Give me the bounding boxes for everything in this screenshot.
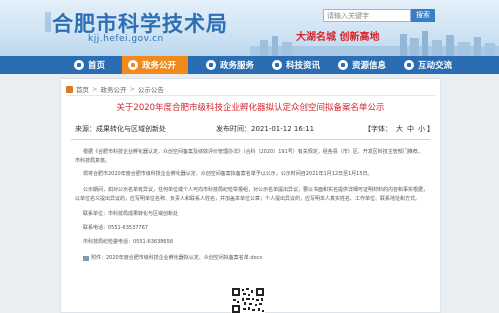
breadcrumb-separator: > (129, 85, 135, 93)
attachment-link[interactable]: 附件：2020年度合肥市级科技企业孵化器拟认定、众创空间拟备案名单.docx (91, 255, 262, 262)
news-icon (272, 60, 282, 70)
nav-label: 科技资讯 (286, 61, 321, 71)
paragraph: 以单位名义提出异议的，应写明单位名称、负责人和联系人姓名，并加盖本单位公章；个人… (75, 196, 421, 202)
breadcrumb-home[interactable]: 首页 (76, 84, 89, 94)
nav-item-government-affairs[interactable]: 政务公开 (122, 56, 188, 74)
font-size-medium[interactable]: 中 (407, 125, 414, 133)
nav-item-resources[interactable]: 资源信息 (334, 56, 390, 74)
nav-label: 资源信息 (352, 61, 387, 71)
nav-label: 互动交流 (418, 61, 453, 71)
nav-label: 政务服务 (220, 61, 255, 71)
attachment-icon (83, 256, 89, 261)
divider (66, 95, 435, 96)
paragraph: 市科技局复核。 (75, 158, 111, 164)
divider (71, 139, 430, 140)
site-slogan: 大湖名城 创新高地 (296, 32, 380, 43)
chat-icon (404, 60, 414, 70)
nav-item-tech-news[interactable]: 科技资讯 (268, 56, 324, 74)
paragraph: 现将合肥市2020年度合肥市级科技企业孵化器认定、众创空间备案拟备案名单予以公示… (83, 171, 373, 177)
font-size-switcher: 【字体： 大中小】 (364, 124, 434, 134)
document-icon (128, 60, 138, 70)
nav-item-government-services[interactable]: 政务服务 (202, 56, 258, 74)
article-meta: 来源：成果转化与区域创新处 发布时间：2021-01-12 16:11 【字体：… (61, 124, 442, 135)
home-icon (74, 60, 84, 70)
paragraph: 市科技局纪检委电话：0551-63638658 (83, 239, 173, 245)
breadcrumb: 首页 > 政务公开 > 公示公告 (66, 84, 164, 94)
article-card: 首页 > 政务公开 > 公示公告 关于2020年度合肥市级科技企业孵化器拟认定众… (60, 78, 441, 313)
breadcrumb-separator: > (92, 85, 98, 93)
nav-item-home[interactable]: 首页 (70, 56, 109, 74)
paragraph: 根据《合肥市科技企业孵化器认定、众创空间备案及绩效评价管理办法》（合科〔2020… (83, 149, 423, 155)
search-input[interactable]: 请输入关键字 (323, 9, 411, 22)
search-button[interactable]: 搜索 (411, 9, 435, 22)
paragraph: 联系单位：市科技局成果转化与区域创新处 (83, 211, 179, 217)
nav-item-interaction[interactable]: 互动交流 (400, 56, 456, 74)
article-source: 来源：成果转化与区域创新处 (75, 125, 166, 133)
article-time: 发布时间：2021-01-12 16:11 (216, 125, 315, 133)
service-icon (206, 60, 216, 70)
main-nav: 首页 政务公开 政务服务 科技资讯 资源信息 互动交流 (0, 56, 499, 74)
home-icon (66, 85, 73, 93)
font-size-label: 【字体： (364, 125, 392, 133)
qr-code-image (231, 287, 265, 313)
article-title: 关于2020年度合肥市级科技企业孵化器拟认定众创空间拟备案名单公示 (116, 103, 385, 113)
paragraph: 联系电话：0551-63537767 (83, 225, 148, 231)
font-size-close: 】 (427, 125, 434, 133)
font-size-large[interactable]: 大 (396, 125, 403, 133)
site-logo-url: kjj.hefei.gov.cn (88, 34, 164, 44)
font-size-small[interactable]: 小 (418, 125, 425, 133)
paragraph: 公示期间，如对公示名单有异议，任何单位或个人可向市科技局纪检举报组，对公示名单提… (83, 187, 429, 193)
site-header: 合肥市科学技术局 kjj.hefei.gov.cn 请输入关键字 搜索 大湖名城… (0, 0, 499, 56)
nav-label: 首页 (88, 61, 106, 71)
nav-label: 政务公开 (142, 61, 177, 71)
resources-icon (338, 60, 348, 70)
emblem-icon (45, 12, 51, 32)
breadcrumb-government-affairs[interactable]: 政务公开 (100, 84, 126, 94)
breadcrumb-notices[interactable]: 公示公告 (138, 84, 164, 94)
